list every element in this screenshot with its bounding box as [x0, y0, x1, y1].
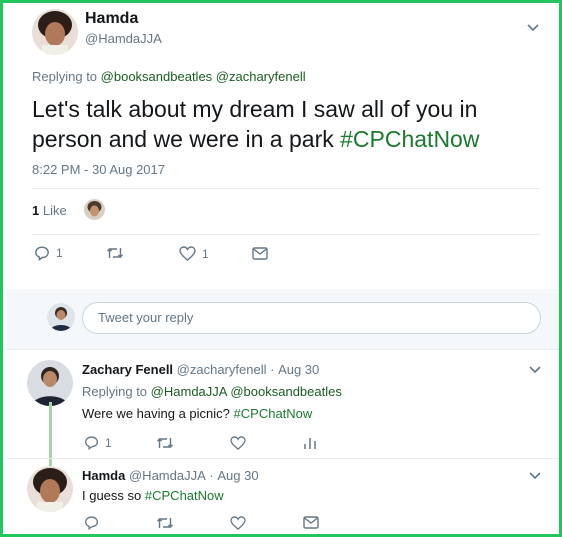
- divider: [32, 188, 540, 189]
- tweet-timestamp[interactable]: 8:22 PM - 30 Aug 2017: [32, 162, 165, 177]
- direct-message-button[interactable]: [303, 516, 319, 529]
- reply-text: I guess so #CPChatNow: [82, 488, 224, 503]
- reply-icon: [85, 436, 98, 450]
- retweet-icon: [156, 437, 174, 449]
- divider: [32, 234, 540, 235]
- message-icon: [252, 247, 268, 260]
- replying-to: Replying to @HamdaJJA @booksandbeatles: [82, 384, 342, 399]
- reply-button[interactable]: 1: [84, 435, 112, 450]
- replying-prefix: Replying to: [82, 384, 148, 399]
- divider: [6, 349, 559, 350]
- main-tweet: Hamda @HamdaJJA Replying to @booksandbea…: [6, 6, 559, 289]
- retweet-button[interactable]: [156, 436, 174, 450]
- mention-link[interactable]: @zacharyfenell: [216, 69, 306, 84]
- author-name: Hamda: [82, 468, 126, 483]
- like-count: 1: [202, 246, 209, 261]
- author-handle: @zacharyfenell: [176, 362, 267, 377]
- avatar[interactable]: [32, 9, 78, 55]
- hashtag-link[interactable]: #CPChatNow: [340, 126, 479, 152]
- hashtag-link[interactable]: #CPChatNow: [145, 488, 224, 503]
- hashtag-link[interactable]: #CPChatNow: [234, 406, 313, 421]
- likes-label: Like: [42, 203, 67, 218]
- heart-icon: [179, 246, 196, 261]
- replying-prefix: Replying to: [32, 69, 98, 84]
- like-button[interactable]: [230, 436, 246, 450]
- mention-link[interactable]: @booksandbeatles: [230, 384, 342, 399]
- author-name: Zachary Fenell: [82, 362, 174, 377]
- retweet-button[interactable]: [156, 516, 174, 530]
- reply-text: Were we having a picnic? #CPChatNow: [82, 406, 312, 421]
- tweet-text: Let's talk about my dream I saw all of y…: [32, 94, 552, 154]
- author-handle[interactable]: @HamdaJJA: [85, 31, 162, 46]
- reply-author[interactable]: Zachary Fenell @zacharyfenell · Aug 30: [82, 362, 319, 377]
- chevron-down-icon[interactable]: [525, 20, 541, 36]
- reply-button[interactable]: [84, 515, 99, 530]
- reply-thread: Zachary Fenell @zacharyfenell · Aug 30 R…: [6, 349, 559, 534]
- like-button[interactable]: 1: [179, 246, 209, 261]
- likes-count: 1: [32, 203, 40, 218]
- reply-count: 1: [56, 246, 63, 260]
- reply-input[interactable]: Tweet your reply: [82, 302, 541, 334]
- mention-link[interactable]: @booksandbeatles: [101, 69, 213, 84]
- avatar[interactable]: [27, 466, 73, 512]
- reply-icon: [35, 246, 49, 261]
- avatar: [47, 303, 75, 331]
- chevron-down-icon[interactable]: [527, 468, 543, 484]
- meta-separator: ·: [270, 362, 275, 377]
- like-button[interactable]: [230, 516, 246, 530]
- replying-to: Replying to @booksandbeatles @zacharyfen…: [32, 69, 306, 84]
- direct-message-button[interactable]: [252, 247, 268, 260]
- meta-separator: ·: [209, 468, 214, 483]
- reply-button[interactable]: 1: [34, 245, 63, 261]
- liker-avatar[interactable]: [84, 199, 105, 220]
- heart-icon: [230, 436, 246, 450]
- analytics-button[interactable]: [303, 435, 317, 450]
- reply-body: I guess so: [82, 488, 142, 503]
- divider: [6, 458, 559, 459]
- reply-body: Were we having a picnic?: [82, 406, 230, 421]
- chevron-down-icon[interactable]: [527, 362, 543, 378]
- reply-count: 1: [105, 435, 112, 450]
- reply-author[interactable]: Hamda @HamdaJJA · Aug 30: [82, 468, 259, 483]
- tweet-detail-frame: Hamda @HamdaJJA Replying to @booksandbea…: [0, 0, 562, 537]
- retweet-icon: [156, 517, 174, 529]
- heart-icon: [230, 516, 246, 530]
- avatar[interactable]: [27, 360, 73, 406]
- retweet-icon: [106, 247, 124, 259]
- analytics-icon: [304, 438, 316, 449]
- reply-composer: Tweet your reply: [6, 289, 559, 349]
- mention-link[interactable]: @HamdaJJA: [151, 384, 227, 399]
- reply-icon: [85, 516, 98, 530]
- message-icon: [303, 516, 319, 529]
- author-name[interactable]: Hamda: [85, 10, 138, 28]
- likes-stat[interactable]: 1 Like: [32, 203, 67, 218]
- retweet-button[interactable]: [106, 246, 124, 260]
- thread-connector: [49, 402, 52, 466]
- author-handle: @HamdaJJA: [128, 468, 206, 483]
- reply-date[interactable]: Aug 30: [217, 468, 258, 483]
- reply-date[interactable]: Aug 30: [278, 362, 319, 377]
